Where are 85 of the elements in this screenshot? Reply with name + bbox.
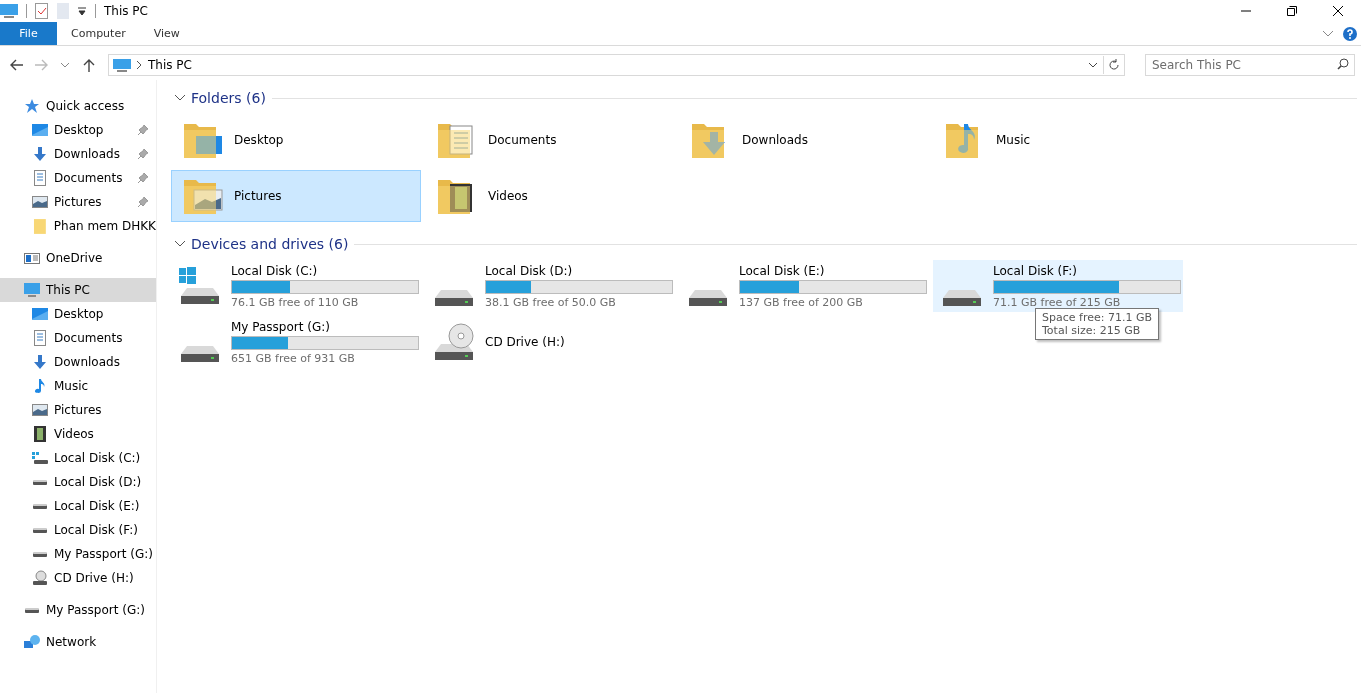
sidebar-item[interactable]: Pictures bbox=[0, 190, 156, 214]
address-bar[interactable]: This PC bbox=[108, 54, 1125, 76]
sidebar-item[interactable]: Pictures bbox=[0, 398, 156, 422]
drive-icon bbox=[33, 479, 47, 485]
desktop-icon bbox=[32, 306, 48, 322]
help-icon[interactable] bbox=[1343, 26, 1357, 41]
minimize-icon bbox=[1241, 10, 1251, 12]
computer-icon bbox=[0, 3, 18, 19]
drive-icon bbox=[25, 607, 39, 613]
computer-icon bbox=[24, 282, 40, 298]
collapse-icon[interactable] bbox=[175, 95, 185, 101]
picture-icon bbox=[32, 194, 48, 210]
sidebar-item[interactable]: Documents bbox=[0, 166, 156, 190]
customize-dropdown-icon[interactable] bbox=[77, 6, 87, 16]
down-arrow-icon bbox=[32, 146, 48, 162]
up-arrow-icon bbox=[83, 58, 95, 72]
ribbon-tab[interactable]: Computer bbox=[57, 22, 140, 45]
computer-icon bbox=[113, 57, 131, 73]
sidebar-item[interactable]: Music bbox=[0, 374, 156, 398]
folder-icon bbox=[32, 218, 48, 234]
document-icon bbox=[32, 330, 48, 346]
system-drive-icon bbox=[32, 450, 48, 466]
expand-ribbon-icon[interactable] bbox=[1323, 30, 1333, 37]
ribbon-tab[interactable]: View bbox=[139, 22, 194, 45]
ribbon-tab[interactable]: File bbox=[0, 22, 57, 45]
sidebar-item[interactable]: CD Drive (H:) bbox=[0, 566, 156, 590]
drive-icon bbox=[33, 503, 47, 509]
sidebar-item[interactable]: Local Disk (F:) bbox=[0, 518, 156, 542]
section-heading: Folders (6) bbox=[191, 90, 266, 106]
sidebar-item[interactable]: Downloads bbox=[0, 142, 156, 166]
folder-item[interactable]: Pictures bbox=[171, 170, 421, 222]
forward-arrow-icon bbox=[34, 59, 48, 71]
address-path: This PC bbox=[148, 58, 192, 72]
folder-item[interactable]: Music bbox=[933, 114, 1183, 166]
sidebar-item[interactable]: My Passport (G:) bbox=[0, 598, 156, 622]
drive-item[interactable]: Local Disk (C:) 76.1 GB free of 110 GB bbox=[171, 260, 421, 312]
sidebar-item[interactable]: My Passport (G:) bbox=[0, 542, 156, 566]
sidebar-item[interactable]: Local Disk (C:) bbox=[0, 446, 156, 470]
folder-item[interactable]: Desktop bbox=[171, 114, 421, 166]
drive-item[interactable]: My Passport (G:) 651 GB free of 931 GB bbox=[171, 316, 421, 368]
properties-icon[interactable] bbox=[35, 3, 49, 19]
drive-item[interactable]: Local Disk (F:) 71.1 GB free of 215 GB bbox=[933, 260, 1183, 312]
collapse-icon[interactable] bbox=[175, 241, 185, 247]
search-field[interactable]: Search This PC bbox=[1145, 54, 1355, 76]
sidebar-item[interactable]: Documents bbox=[0, 326, 156, 350]
folder-item[interactable]: Downloads bbox=[679, 114, 929, 166]
close-icon bbox=[1333, 6, 1343, 16]
sidebar-item[interactable]: Videos bbox=[0, 422, 156, 446]
film-icon bbox=[32, 426, 48, 442]
hard-drive-icon bbox=[689, 290, 727, 306]
tooltip: Space free: 71.1 GB Total size: 215 GB bbox=[1035, 308, 1159, 340]
hard-drive-icon bbox=[435, 290, 473, 306]
drive-icon bbox=[33, 551, 47, 557]
sidebar-item[interactable]: Network bbox=[0, 630, 156, 654]
sidebar-item[interactable]: Quick access bbox=[0, 94, 156, 118]
hard-drive-icon bbox=[181, 346, 219, 362]
sidebar-item[interactable]: Desktop bbox=[0, 118, 156, 142]
sidebar-item[interactable]: Local Disk (D:) bbox=[0, 470, 156, 494]
cd-drive-icon bbox=[32, 570, 48, 586]
picture-icon bbox=[32, 402, 48, 418]
network-icon bbox=[24, 634, 40, 650]
back-arrow-icon bbox=[10, 59, 24, 71]
folder-item[interactable]: Documents bbox=[425, 114, 675, 166]
restore-icon bbox=[1287, 6, 1297, 16]
sidebar-item[interactable]: Desktop bbox=[0, 302, 156, 326]
star-icon bbox=[24, 98, 40, 114]
drive-item[interactable]: CD Drive (H:) bbox=[425, 316, 675, 368]
search-icon[interactable] bbox=[1337, 58, 1349, 70]
down-arrow-icon bbox=[32, 354, 48, 370]
desktop-icon bbox=[32, 122, 48, 138]
drive-item[interactable]: Local Disk (E:) 137 GB free of 200 GB bbox=[679, 260, 929, 312]
drive-icon bbox=[33, 527, 47, 533]
sidebar-item[interactable]: Phan mem DHKK bbox=[0, 214, 156, 238]
hard-drive-icon bbox=[943, 290, 981, 306]
caret-icon bbox=[61, 62, 69, 68]
document-icon bbox=[32, 170, 48, 186]
chevron-icon bbox=[137, 61, 142, 69]
window-title: This PC bbox=[104, 4, 148, 18]
folder-item[interactable]: Videos bbox=[425, 170, 675, 222]
section-heading: Devices and drives (6) bbox=[191, 236, 349, 252]
sidebar-item[interactable]: OneDrive bbox=[0, 246, 156, 270]
drive-item[interactable]: Local Disk (D:) 38.1 GB free of 50.0 GB bbox=[425, 260, 675, 312]
sidebar-item[interactable]: Downloads bbox=[0, 350, 156, 374]
sidebar-item[interactable]: Local Disk (E:) bbox=[0, 494, 156, 518]
sidebar-item[interactable]: This PC bbox=[0, 278, 156, 302]
